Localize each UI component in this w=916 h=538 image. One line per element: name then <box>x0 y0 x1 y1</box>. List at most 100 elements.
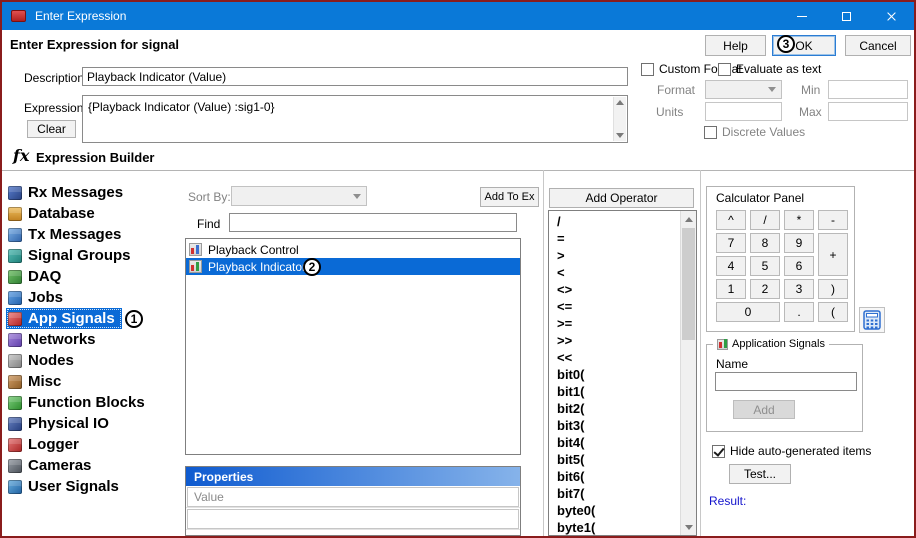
format-label: Format <box>657 83 695 97</box>
minimize-button[interactable] <box>779 2 824 30</box>
scroll-down-button[interactable] <box>681 519 696 535</box>
operator-item[interactable]: bit6( <box>549 468 680 485</box>
operator-item[interactable]: byte1( <box>549 519 680 535</box>
hide-auto-generated-checkbox[interactable]: Hide auto-generated items <box>712 444 871 458</box>
jobs-icon <box>8 291 22 305</box>
scroll-up-button[interactable] <box>681 211 696 227</box>
units-input <box>705 102 782 121</box>
operator-item[interactable]: bit4( <box>549 434 680 451</box>
calculator-key[interactable]: * <box>784 210 814 230</box>
operator-item[interactable]: bit5( <box>549 451 680 468</box>
calculator-key[interactable]: + <box>818 233 848 276</box>
signal-list-item[interactable]: Playback Indicator <box>186 258 520 275</box>
category-item[interactable]: Misc <box>6 371 68 392</box>
find-input[interactable] <box>229 213 517 232</box>
calculator-key[interactable]: ^ <box>716 210 746 230</box>
calculator-key[interactable]: 1 <box>716 279 746 299</box>
calculator-key[interactable]: 5 <box>750 256 780 276</box>
minimize-icon <box>797 16 807 17</box>
category-item[interactable]: Logger <box>6 434 86 455</box>
category-item[interactable]: Networks <box>6 329 103 350</box>
cancel-button[interactable]: Cancel <box>845 35 911 56</box>
calculator-key[interactable]: 0 <box>716 302 780 322</box>
category-item[interactable]: Database <box>6 203 102 224</box>
cameras-icon <box>8 459 22 473</box>
calculator-launcher-button[interactable] <box>859 307 885 333</box>
calculator-key[interactable]: 7 <box>716 233 746 253</box>
category-item[interactable]: Cameras <box>6 455 98 476</box>
calculator-key[interactable]: 6 <box>784 256 814 276</box>
evaluate-as-text-checkbox[interactable]: Evaluate as text <box>718 62 821 76</box>
category-item[interactable]: Rx Messages <box>6 182 130 203</box>
category-item[interactable]: Jobs <box>6 287 70 308</box>
operator-list[interactable]: / = > < <> <= >= >> << bit0( <box>548 210 697 536</box>
scrollbar-thumb[interactable] <box>682 228 695 340</box>
evaluate-as-text-label: Evaluate as text <box>736 62 821 76</box>
signal-list-item[interactable]: Playback Control <box>186 241 520 258</box>
calculator-key[interactable]: 8 <box>750 233 780 253</box>
application-signals-icon <box>717 339 728 350</box>
operator-scrollbar[interactable] <box>680 211 696 535</box>
calculator-key[interactable]: . <box>784 302 814 322</box>
add-to-expression-button[interactable]: Add To Ex <box>480 187 539 207</box>
clear-button[interactable]: Clear <box>27 120 76 138</box>
operator-item[interactable]: <= <box>549 298 680 315</box>
operator-item[interactable]: bit3( <box>549 417 680 434</box>
format-combobox <box>705 80 782 99</box>
operator-item[interactable]: >> <box>549 332 680 349</box>
category-list: Rx Messages Database Tx Messages Signal … <box>6 182 152 497</box>
signal-label: Playback Indicator <box>208 260 520 274</box>
signal-list[interactable]: Playback Control Playback Indicator <box>185 238 521 455</box>
close-button[interactable] <box>869 2 914 30</box>
chevron-down-icon <box>353 194 361 199</box>
operator-item[interactable]: << <box>549 349 680 366</box>
scroll-up-icon <box>685 217 693 222</box>
calculator-key[interactable]: 3 <box>784 279 814 299</box>
category-item[interactable]: Tx Messages <box>6 224 128 245</box>
description-input[interactable] <box>82 67 628 86</box>
category-item[interactable]: Function Blocks <box>6 392 152 413</box>
maximize-button[interactable] <box>824 2 869 30</box>
enter-expression-dialog: Enter Expression Enter Expression for si… <box>0 0 916 538</box>
titlebar[interactable]: Enter Expression <box>2 2 914 30</box>
operator-item[interactable]: bit7( <box>549 485 680 502</box>
operator-item[interactable]: / <box>549 213 680 230</box>
operator-item[interactable]: >= <box>549 315 680 332</box>
properties-row: Value <box>186 486 520 508</box>
discrete-values-label: Discrete Values <box>722 125 805 139</box>
expression-scrollbar[interactable] <box>613 97 626 141</box>
operator-item[interactable]: bit0( <box>549 366 680 383</box>
expression-input[interactable]: {Playback Indicator (Value) :sig1-0} <box>82 95 628 143</box>
calculator-key[interactable]: ( <box>818 302 848 322</box>
app-icon <box>11 10 26 22</box>
calculator-key[interactable]: / <box>750 210 780 230</box>
calculator-key[interactable]: - <box>818 210 848 230</box>
category-item[interactable]: Nodes <box>6 350 81 371</box>
operator-item[interactable]: = <box>549 230 680 247</box>
operator-item[interactable]: byte0( <box>549 502 680 519</box>
help-button[interactable]: Help <box>705 35 766 56</box>
signal-label: Playback Control <box>208 243 520 257</box>
category-item[interactable]: Physical IO <box>6 413 116 434</box>
annotation-1: 1 <box>125 310 143 328</box>
add-operator-button[interactable]: Add Operator <box>549 188 694 208</box>
test-button[interactable]: Test... <box>729 464 791 484</box>
calculator-key[interactable]: ) <box>818 279 848 299</box>
calculator-key[interactable]: 2 <box>750 279 780 299</box>
divider <box>543 170 544 536</box>
name-input[interactable] <box>715 372 857 391</box>
annotation-3: 3 <box>777 35 795 53</box>
operator-item[interactable]: bit2( <box>549 400 680 417</box>
calculator-key[interactable]: 9 <box>784 233 814 253</box>
category-item[interactable]: User Signals <box>6 476 126 497</box>
category-item[interactable]: App Signals <box>6 308 122 329</box>
operator-item[interactable]: bit1( <box>549 383 680 400</box>
calculator-key[interactable]: 4 <box>716 256 746 276</box>
category-item[interactable]: DAQ <box>6 266 68 287</box>
sort-by-label: Sort By: <box>188 190 231 204</box>
operator-item[interactable]: < <box>549 264 680 281</box>
operator-item[interactable]: <> <box>549 281 680 298</box>
operator-item[interactable]: > <box>549 247 680 264</box>
close-icon <box>886 11 897 22</box>
category-item[interactable]: Signal Groups <box>6 245 138 266</box>
